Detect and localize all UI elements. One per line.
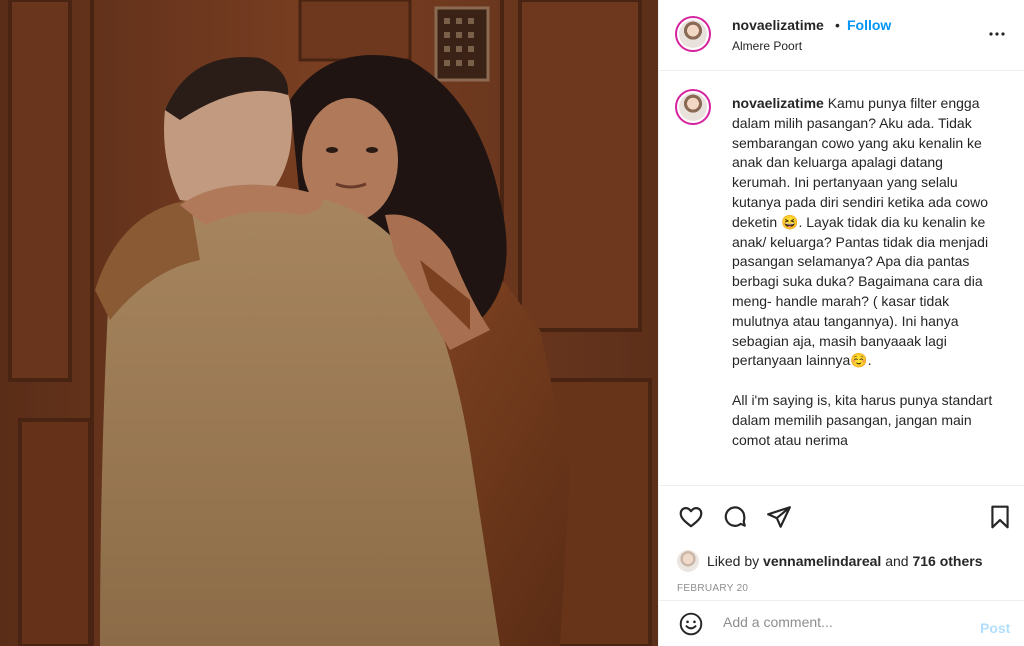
heart-icon[interactable] xyxy=(677,503,705,531)
more-options-icon[interactable] xyxy=(985,22,1009,46)
separator-dot: • xyxy=(835,17,840,33)
post-header: novaelizatime • Follow Almere Poort xyxy=(659,0,1024,71)
share-icon[interactable] xyxy=(765,503,793,531)
comment-input[interactable] xyxy=(721,613,965,631)
follow-button[interactable]: Follow xyxy=(847,17,891,33)
likes-prefix: Liked by xyxy=(707,553,760,569)
likes-conj: and xyxy=(885,553,909,569)
action-bar: Liked by vennamelindareal and 716 others… xyxy=(659,485,1024,594)
caption-username[interactable]: novaelizatime xyxy=(732,95,824,111)
caption-paragraph-2: All i'm saying is, kita harus punya stan… xyxy=(732,391,993,448)
bookmark-icon[interactable] xyxy=(986,503,1014,531)
caption-paragraph-1: Kamu punya filter engga dalam milih pasa… xyxy=(732,95,989,369)
caption-avatar[interactable] xyxy=(675,89,711,125)
location-link[interactable]: Almere Poort xyxy=(732,39,802,53)
caption-area: novaelizatime Kamu punya filter engga da… xyxy=(659,71,1024,485)
avatar[interactable] xyxy=(675,16,711,52)
likes-others[interactable]: 716 others xyxy=(912,553,982,569)
header-username[interactable]: novaelizatime xyxy=(732,17,824,33)
post-image[interactable] xyxy=(0,0,658,646)
comment-icon[interactable] xyxy=(721,503,749,531)
post-comment-button[interactable]: Post xyxy=(980,620,1010,636)
likes-summary[interactable]: Liked by vennamelindareal and 716 others xyxy=(677,550,983,572)
comment-bar: Post xyxy=(659,600,1024,646)
post-panel: novaelizatime • Follow Almere Poort nova… xyxy=(658,0,1024,646)
emoji-icon[interactable] xyxy=(677,610,705,638)
liker-username[interactable]: vennamelindareal xyxy=(763,553,881,569)
caption-text: novaelizatime Kamu punya filter engga da… xyxy=(732,94,994,470)
post-date: FEBRUARY 20 xyxy=(677,583,749,594)
liker-avatar xyxy=(677,550,699,572)
